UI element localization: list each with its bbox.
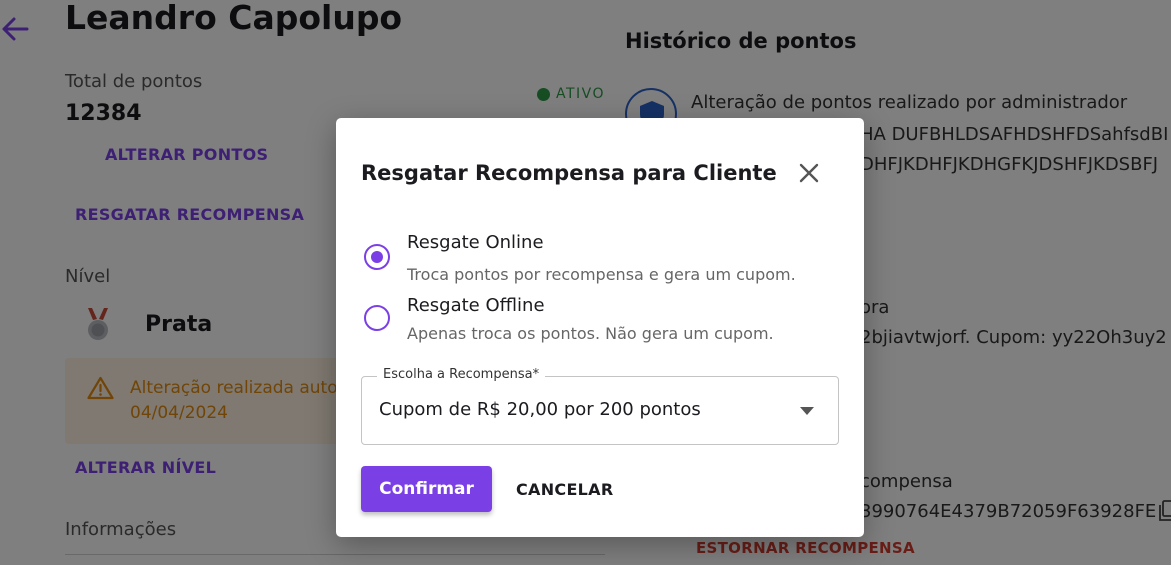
option-online-label[interactable]: Resgate Online: [407, 232, 544, 253]
option-offline-label[interactable]: Resgate Offline: [407, 295, 545, 316]
radio-online[interactable]: [364, 244, 390, 270]
reward-select-label: Escolha a Recompensa*: [377, 367, 546, 382]
dialog-title: Resgatar Recompensa para Cliente: [361, 161, 777, 185]
caret-down-icon: [800, 407, 814, 415]
redeem-reward-dialog: Resgatar Recompensa para Cliente Resgate…: [336, 118, 864, 537]
option-offline-description: Apenas troca os pontos. Não gera um cupo…: [407, 324, 774, 343]
radio-offline[interactable]: [364, 305, 390, 331]
close-icon[interactable]: [796, 160, 822, 186]
reward-select[interactable]: Escolha a Recompensa* Cupom de R$ 20,00 …: [361, 367, 839, 445]
reward-select-value: Cupom de R$ 20,00 por 200 pontos: [379, 399, 701, 420]
cancel-button[interactable]: CANCELAR: [508, 466, 622, 512]
confirm-button[interactable]: Confirmar: [361, 466, 492, 512]
option-online-description: Troca pontos por recompensa e gera um cu…: [407, 265, 796, 284]
